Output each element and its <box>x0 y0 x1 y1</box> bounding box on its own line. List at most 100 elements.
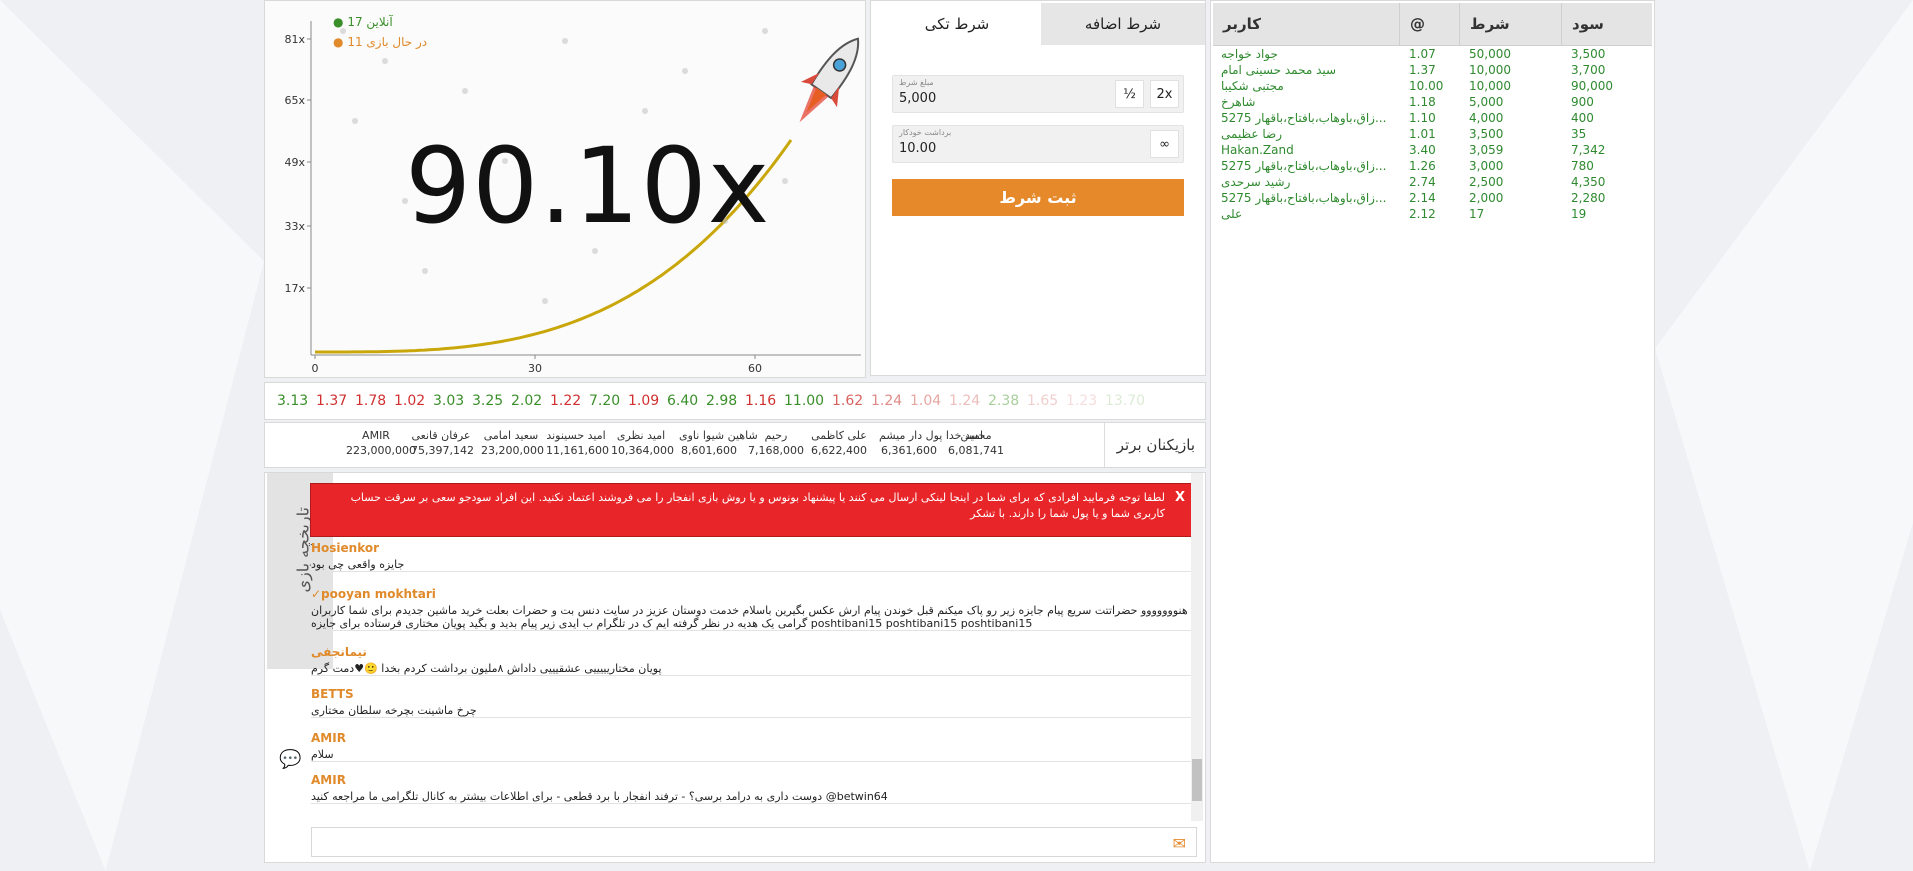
chat-panel: تاریخچه بازی 💬 Hosienkor جایزه واقعی چی ب… <box>264 472 1206 863</box>
cell-profit: 19 <box>1571 207 1587 221</box>
star-dot <box>382 58 388 64</box>
current-multiplier: 90.10x <box>405 125 771 247</box>
bet-amount-field[interactable]: مبلغ شرط 5,000 ½ 2x <box>892 75 1184 113</box>
star-dot <box>422 268 428 274</box>
cell-user: سید محمد حسینی امام <box>1221 63 1337 77</box>
y-tick-label: 81x <box>284 33 305 46</box>
rocket-icon <box>799 37 860 123</box>
alert-close-button[interactable]: X <box>1175 490 1185 505</box>
bets-table-header: کاربر @ شرط سود <box>1213 3 1652 46</box>
chat-text: پویان مختاریییییی عشقیییی داداش ۸ملیون ب… <box>311 662 662 675</box>
bet-amount-input[interactable]: 5,000 <box>899 91 936 106</box>
chat-icon[interactable]: 💬 <box>279 749 301 770</box>
cell-at: 2.14 <box>1409 191 1436 205</box>
playing-count: ● در حال بازی 11 <box>333 35 865 49</box>
cell-at: 3.40 <box>1409 143 1436 157</box>
star-dot <box>352 118 358 124</box>
background-shape <box>1655 0 1913 871</box>
chat-username[interactable]: AMIR <box>311 773 1191 787</box>
top-player-amount: 8,601,600 <box>681 444 737 457</box>
infinity-button[interactable]: ∞ <box>1150 130 1179 158</box>
chat-username[interactable]: Hosienkor <box>311 541 1191 555</box>
tab-single-bet[interactable]: شرط تکی <box>873 3 1041 45</box>
chat-input[interactable]: ✉ <box>311 827 1197 857</box>
cell-profit: 900 <box>1571 95 1594 109</box>
table-row: جواد خواجه 1.07 50,000 3,500 <box>1211 47 1656 63</box>
cell-profit: 90,000 <box>1571 79 1613 93</box>
send-icon[interactable]: ✉ <box>1173 834 1186 853</box>
table-row: سید محمد حسینی امام 1.37 10,000 3,700 <box>1211 63 1656 79</box>
top-player-amount: 23,200,000 <box>481 444 544 457</box>
top-player: امید نظری 10,364,000 <box>611 429 674 457</box>
cell-profit: 3,700 <box>1571 63 1606 77</box>
star-dot <box>542 298 548 304</box>
top-player-amount: 11,161,600 <box>546 444 609 457</box>
table-row: علی 2.12 17 19 <box>1211 207 1656 223</box>
half-button[interactable]: ½ <box>1115 80 1144 108</box>
cell-user: علی <box>1221 207 1243 221</box>
top-player: علی کاظمی 6,622,400 <box>809 429 869 457</box>
top-player-amount: 6,081,741 <box>948 444 1004 457</box>
history-value: 3.13 <box>277 393 309 409</box>
x-tick-label: 60 <box>748 362 762 375</box>
chat-username[interactable]: نیمانجفی <box>311 645 1191 659</box>
top-player-amount: 6,622,400 <box>811 444 867 457</box>
history-value: 13.70 <box>1105 393 1146 409</box>
star-dot <box>462 88 468 94</box>
star-dot <box>592 248 598 254</box>
chat-text: چرخ ماشینت بچرخه سلطان مختاری <box>311 704 477 717</box>
auto-cashout-field[interactable]: برداشت خودکار 10.00 ∞ <box>892 125 1184 163</box>
cell-user: Hakan.Zand <box>1221 143 1294 157</box>
cell-bet: 5,000 <box>1469 95 1504 109</box>
top-player-amount: 6,361,600 <box>881 444 937 457</box>
y-tick-label: 49x <box>284 156 305 169</box>
history-value: 1.23 <box>1066 393 1098 409</box>
playing-label: در حال بازی 11 <box>347 35 428 49</box>
cell-profit: 7,342 <box>1571 143 1606 157</box>
cell-bet: 2,000 <box>1469 191 1504 205</box>
top-player-name: عرفان قانعی <box>411 429 471 442</box>
cell-at: 1.18 <box>1409 95 1436 109</box>
top-player-name: رحیم <box>764 429 788 442</box>
cell-bet: 50,000 <box>1469 47 1511 61</box>
place-bet-button[interactable]: ثبت شرط <box>892 179 1184 216</box>
history-value: 1.22 <box>550 393 582 409</box>
chat-message: ✓pooyan mokhtari هنووووووو حضراتتت سریع پ… <box>311 587 1191 631</box>
top-players: AMIR 223,000,000 عرفان قانعی 75,397,142 سعید… <box>264 422 1206 468</box>
top-player-name: سعید امامی <box>483 429 539 442</box>
chat-scroll-thumb[interactable] <box>1192 759 1202 801</box>
history-value: 1.09 <box>628 393 660 409</box>
auto-cashout-input[interactable]: 10.00 <box>899 141 936 156</box>
cell-profit: 3,500 <box>1571 47 1606 61</box>
double-button[interactable]: 2x <box>1150 80 1179 108</box>
star-dot <box>782 178 788 184</box>
history-value: 2.38 <box>988 393 1020 409</box>
table-row: Hakan.Zand 3.40 3,059 7,342 <box>1211 143 1656 159</box>
cell-profit: 4,350 <box>1571 175 1606 189</box>
top-players-title: بازیکنان برتر <box>1103 423 1195 467</box>
top-player-name: امید نظری <box>616 429 666 442</box>
chat-username[interactable]: BETTS <box>311 687 1191 701</box>
top-player-amount: 75,397,142 <box>411 444 474 457</box>
top-player: امید حسینوند 11,161,600 <box>546 429 609 457</box>
alert-text: لطفا توجه فرمایید افرادی که برای شما در … <box>350 491 1165 520</box>
history-value: 6.40 <box>667 393 699 409</box>
cell-profit: 2,280 <box>1571 191 1606 205</box>
cell-bet: 2,500 <box>1469 175 1504 189</box>
history-value: 1.02 <box>394 393 426 409</box>
table-row: زاق،باوهاب،بافتاح،باقهار 5275... 1.10 4,00… <box>1211 111 1656 127</box>
chat-message: BETTS چرخ ماشینت بچرخه سلطان مختاری <box>311 687 1191 718</box>
chat-scrollbar[interactable] <box>1191 473 1203 821</box>
history-value: 1.37 <box>316 393 348 409</box>
chat-message: AMIR سلام <box>311 731 1191 762</box>
tab-extra-bet[interactable]: شرط اضافه <box>1041 3 1205 45</box>
top-player-name: علی کاظمی <box>811 429 867 442</box>
cell-at: 2.74 <box>1409 175 1436 189</box>
chat-username[interactable]: ✓pooyan mokhtari <box>311 587 1191 601</box>
table-row: مجتبی شکیبا 10.00 10,000 90,000 <box>1211 79 1656 95</box>
chat-username[interactable]: AMIR <box>311 731 1191 745</box>
warning-alert: X لطفا توجه فرمایید افرادی که برای شما د… <box>310 483 1196 537</box>
table-row: شاهرخ 1.18 5,000 900 <box>1211 95 1656 111</box>
cell-user: رشید سرحدی <box>1221 175 1291 189</box>
cell-user: شاهرخ <box>1221 95 1256 109</box>
